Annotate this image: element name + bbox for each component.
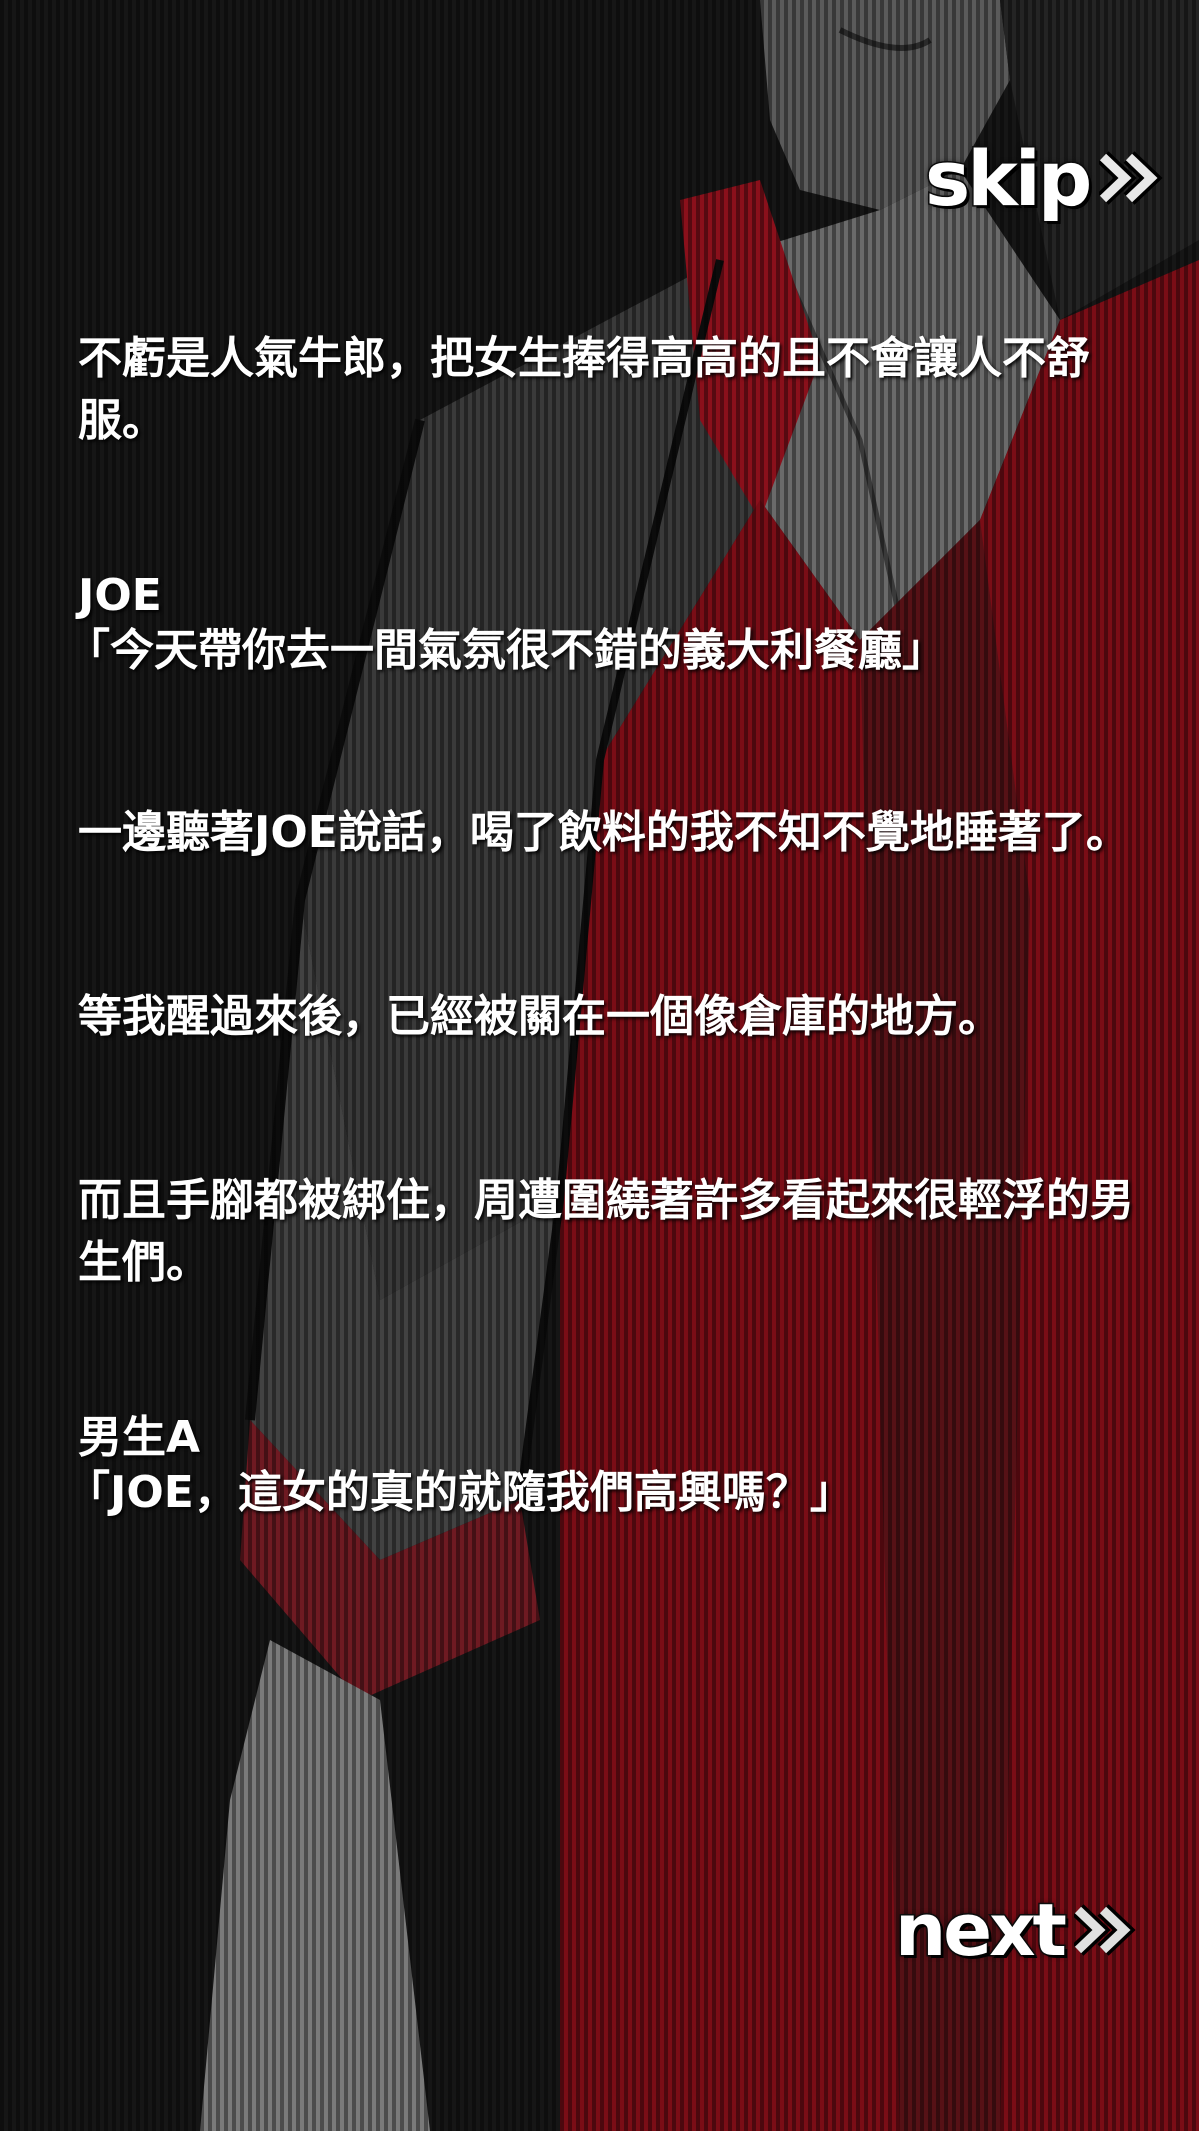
speaker-name: 男生A xyxy=(78,1412,201,1463)
narration-line: 等我醒過來後，已經被關在一個像倉庫的地方。 xyxy=(78,991,1002,1042)
dialogue-box: 不虧是人氣牛郎，把女生捧得高高的且不會讓人不舒服。 JOE 「今天帶你去一間氣氛… xyxy=(66,328,1158,1522)
narration-line: 一邊聽著JOE說話，喝了飲料的我不知不覺地睡著了。 xyxy=(78,807,1130,858)
narration-line: 不虧是人氣牛郎，把女生捧得高高的且不會讓人不舒服。 xyxy=(78,333,1090,446)
double-chevron-right-icon xyxy=(1099,151,1163,205)
next-label: next xyxy=(894,1887,1069,1974)
skip-label: skip xyxy=(923,132,1093,224)
narration-line: 而且手腳都被綁住，周遭圍繞著許多看起來很輕浮的男生們。 xyxy=(78,1175,1134,1288)
speech-line: 「今天帶你去一間氣氛很不錯的義大利餐廳」 xyxy=(66,625,946,676)
double-chevron-right-icon xyxy=(1073,1904,1136,1956)
skip-button[interactable]: skip xyxy=(923,130,1163,226)
speaker-name: JOE xyxy=(78,570,162,621)
speech-line: 「JOE，這女的真的就隨我們高興嗎？」 xyxy=(66,1467,854,1518)
next-button[interactable]: next xyxy=(894,1885,1136,1975)
